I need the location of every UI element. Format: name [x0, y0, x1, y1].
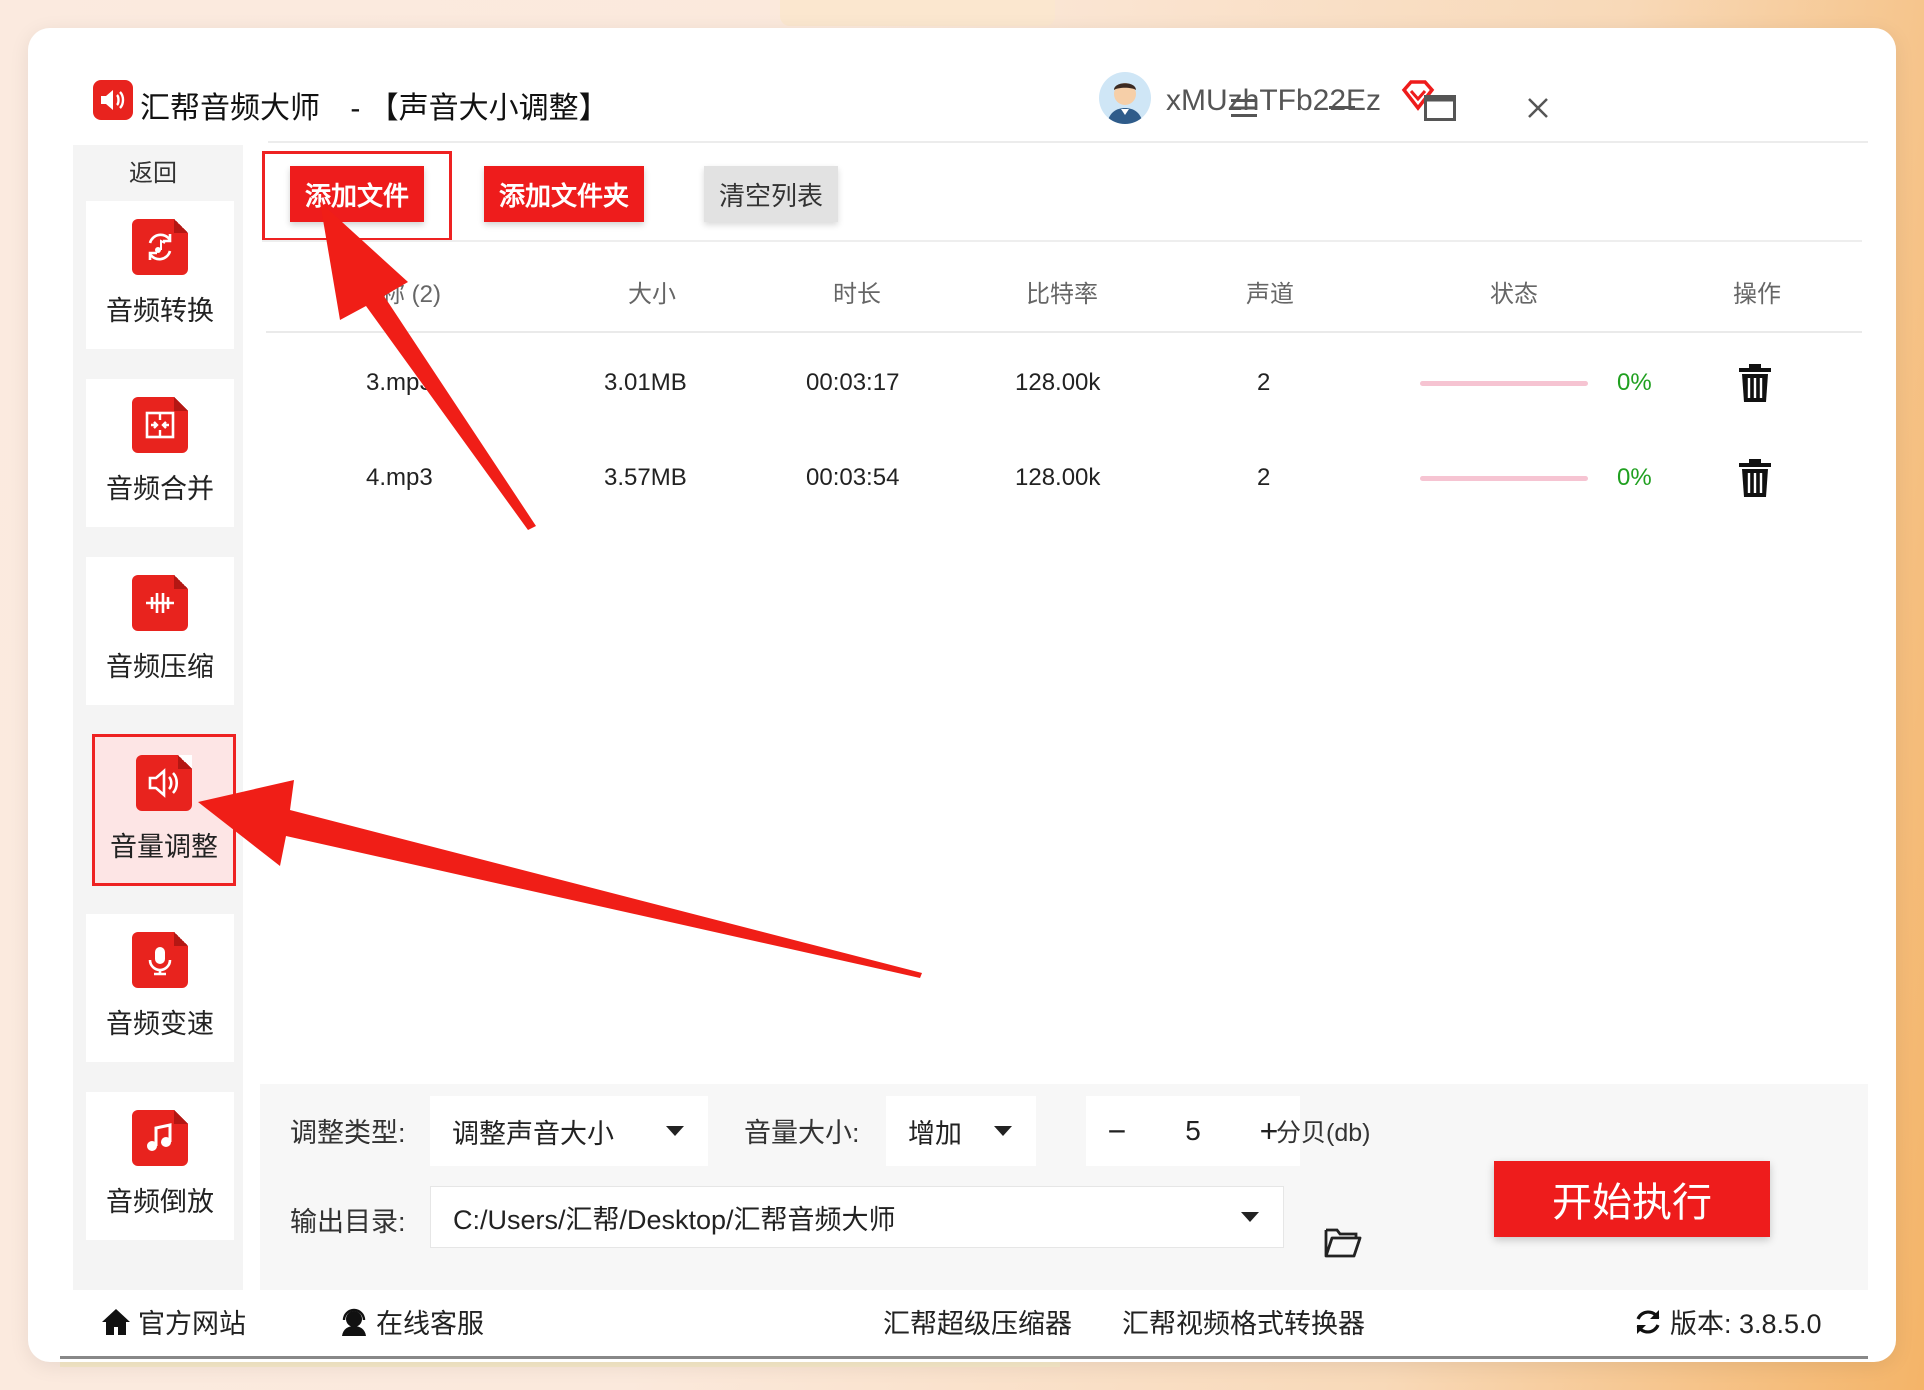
sidebar-item-label: 音频压缩 [106, 652, 214, 682]
column-header-duration: 时长 [833, 281, 881, 308]
maximize-icon[interactable] [1420, 88, 1460, 128]
background-tab-hint [780, 0, 1055, 26]
file-duration: 00:03:54 [806, 464, 900, 491]
progress-bar [1420, 476, 1588, 481]
version-info[interactable]: 版本: 3.8.5.0 [1632, 1302, 1822, 1341]
file-bitrate: 128.00k [1015, 369, 1101, 396]
column-header-name[interactable]: 称 (2) [343, 274, 441, 309]
footer: 官方网站 在线客服 汇帮超级压缩器 汇帮视频格式转换器 版本: 3.8.5.0 [60, 1290, 1868, 1359]
chevron-down-icon [1241, 1212, 1259, 1222]
status-text: 0% [1617, 369, 1652, 396]
column-header-channels: 声道 [1246, 281, 1294, 308]
chevron-down-icon [994, 1126, 1012, 1136]
trash-icon[interactable] [1738, 363, 1772, 408]
app-name: 汇帮音频大师 [140, 92, 320, 125]
minimize-icon[interactable] [1322, 88, 1362, 128]
page-title: - 【声音大小调整】 [350, 92, 609, 125]
column-header-name-label: 称 (2) [381, 281, 441, 308]
progress-bar [1420, 381, 1588, 386]
output-dir-value: C:/Users/汇帮/Desktop/汇帮音频大师 [453, 1204, 896, 1235]
volume-value[interactable]: 5 [1148, 1096, 1238, 1166]
video-converter-link[interactable]: 汇帮视频格式转换器 [1122, 1302, 1365, 1341]
clear-list-button[interactable]: 清空列表 [704, 166, 838, 222]
refresh-icon [1636, 1309, 1660, 1334]
app-window: 汇帮音频大师 - 【声音大小调整】 xMUzhTFb22Ez 返回 音频转换 音… [28, 28, 1896, 1362]
close-icon[interactable] [1518, 88, 1558, 128]
folder-open-icon[interactable] [1324, 1226, 1362, 1263]
status-text: 0% [1617, 464, 1652, 491]
file-channels: 2 [1257, 464, 1271, 491]
website-link[interactable]: 官方网站 [100, 1302, 246, 1341]
select-all-checkmark-icon[interactable] [343, 284, 361, 300]
app-logo-icon [93, 80, 133, 120]
file-name: 3.mp3 [366, 369, 433, 396]
support-link[interactable]: 在线客服 [338, 1302, 484, 1341]
trash-icon[interactable] [1738, 458, 1772, 503]
start-button[interactable]: 开始执行 [1494, 1161, 1770, 1237]
adjust-type-label: 调整类型: [290, 1118, 406, 1148]
column-header-bitrate: 比特率 [1026, 281, 1098, 308]
microphone-icon [132, 932, 188, 988]
audio-convert-icon [132, 219, 188, 275]
file-name: 4.mp3 [366, 464, 433, 491]
file-bitrate: 128.00k [1015, 464, 1101, 491]
column-header-size: 大小 [628, 281, 676, 308]
add-file-button[interactable]: 添加文件 [290, 166, 424, 222]
add-folder-button[interactable]: 添加文件夹 [484, 166, 644, 222]
file-size: 3.01MB [604, 369, 687, 396]
sidebar-item-label: 音频倒放 [106, 1187, 214, 1217]
volume-mode-value: 增加 [908, 1118, 962, 1149]
adjust-type-select[interactable]: 调整声音大小 [430, 1096, 708, 1166]
window-title: 汇帮音频大师 - 【声音大小调整】 [140, 83, 609, 127]
sidebar-item-audio-speed[interactable]: 音频变速 [86, 914, 234, 1062]
website-label: 官方网站 [138, 1309, 246, 1339]
sidebar-item-volume-adjust[interactable]: 音量调整 [92, 734, 236, 886]
sidebar-item-audio-compress[interactable]: 音频压缩 [86, 557, 234, 705]
volume-label: 音量大小: [744, 1118, 860, 1148]
output-dir-label: 输出目录: [290, 1207, 406, 1237]
menu-icon[interactable] [1224, 88, 1264, 128]
column-header-status: 状态 [1490, 281, 1538, 308]
toolbar-divider [262, 240, 1862, 242]
chevron-down-icon [666, 1126, 684, 1136]
table-header-divider [266, 331, 1862, 333]
sidebar-item-label: 音量调整 [110, 832, 218, 862]
column-header-action: 操作 [1733, 281, 1781, 308]
version-label: 版本: 3.8.5.0 [1670, 1309, 1822, 1339]
audio-compress-icon [132, 575, 188, 631]
sidebar-item-audio-reverse[interactable]: 音频倒放 [86, 1092, 234, 1240]
audio-merge-icon [132, 397, 188, 453]
volume-mode-select[interactable]: 增加 [886, 1096, 1036, 1166]
avatar[interactable] [1099, 72, 1151, 124]
file-size: 3.57MB [604, 464, 687, 491]
arrow-to-volume-adjust [198, 780, 922, 978]
sidebar-item-label: 音频变速 [106, 1009, 214, 1039]
file-channels: 2 [1257, 369, 1271, 396]
support-label: 在线客服 [376, 1309, 484, 1339]
volume-stepper[interactable]: − 5 + [1086, 1096, 1300, 1166]
adjust-type-value: 调整声音大小 [452, 1118, 614, 1149]
music-note-icon [132, 1110, 188, 1166]
sidebar-item-label: 音频转换 [106, 296, 214, 326]
sidebar-item-audio-merge[interactable]: 音频合并 [86, 379, 234, 527]
title-divider [268, 141, 1868, 143]
back-button[interactable]: 返回 [73, 145, 233, 195]
compressor-link[interactable]: 汇帮超级压缩器 [883, 1302, 1072, 1341]
file-duration: 00:03:17 [806, 369, 900, 396]
home-icon [102, 1308, 130, 1335]
volume-unit: 分贝(db) [1276, 1119, 1371, 1147]
sidebar-item-label: 音频合并 [106, 474, 214, 504]
volume-icon [136, 755, 192, 811]
customer-service-icon [342, 1308, 366, 1336]
output-dir-select[interactable]: C:/Users/汇帮/Desktop/汇帮音频大师 [430, 1186, 1284, 1248]
decrease-button[interactable]: − [1086, 1096, 1148, 1166]
sidebar-item-audio-convert[interactable]: 音频转换 [86, 201, 234, 349]
